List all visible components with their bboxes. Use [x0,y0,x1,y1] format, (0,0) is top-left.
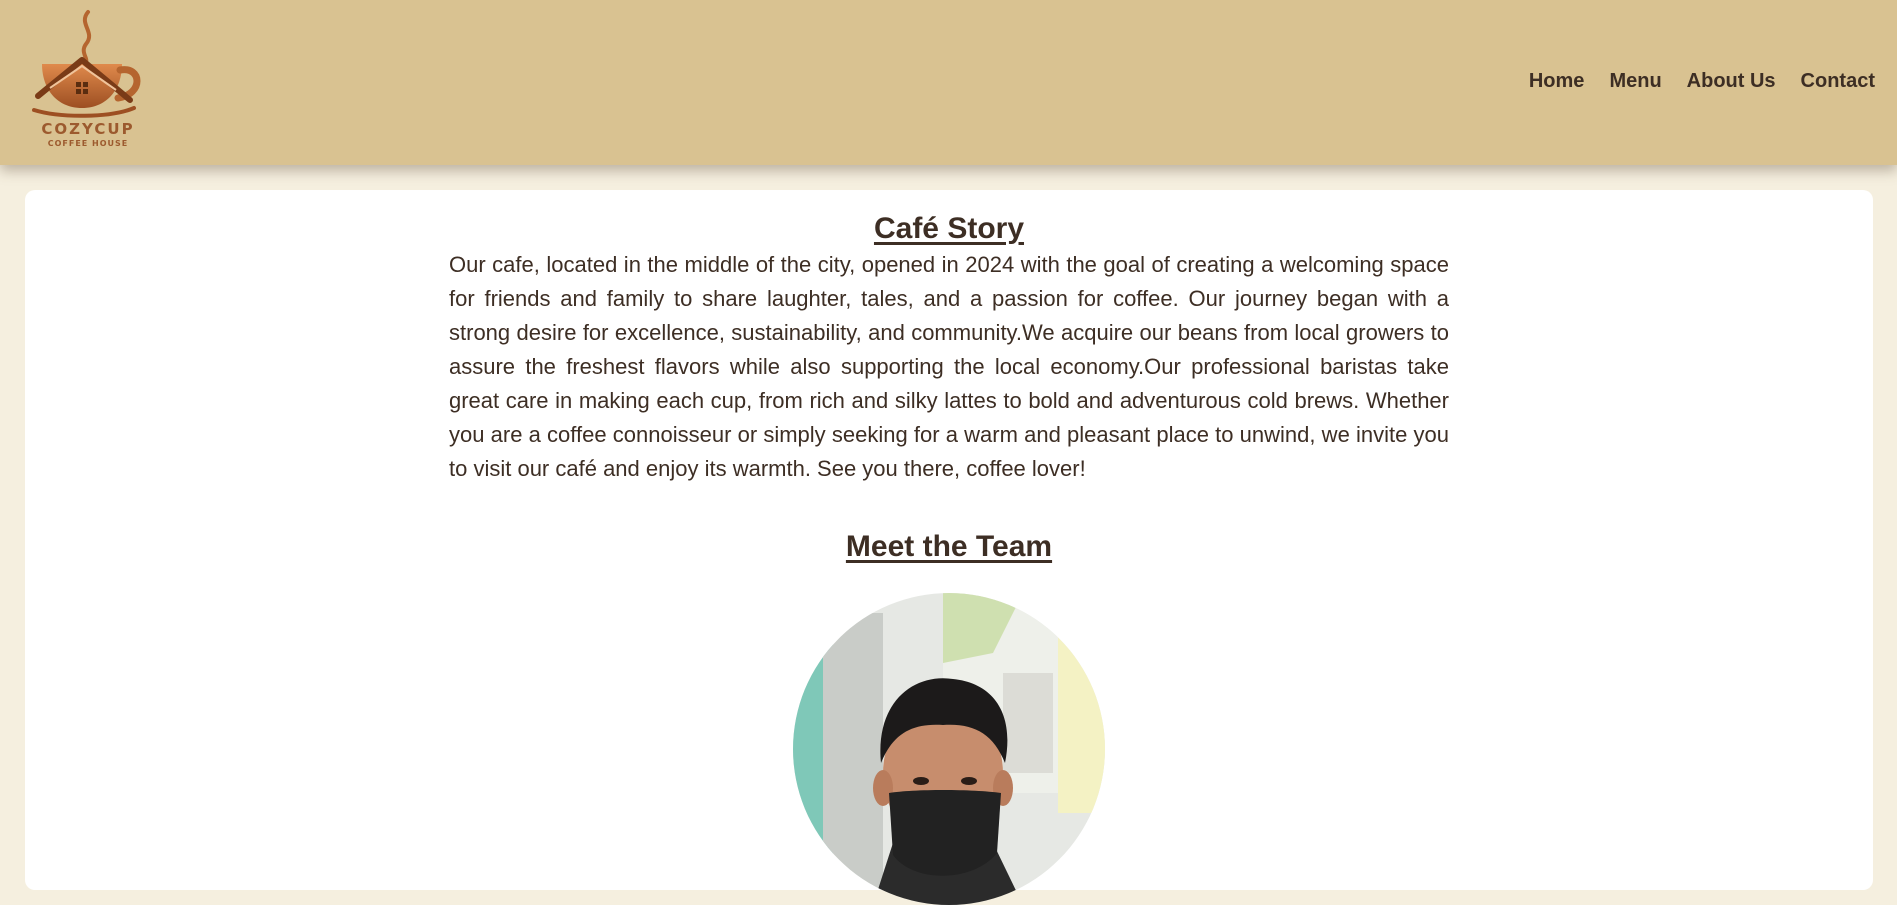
story-paragraph: Our cafe, located in the middle of the c… [449,252,1449,481]
brand-subtitle: COFFEE HOUSE [47,139,129,148]
brand-logo[interactable]: COZYCUP COFFEE HOUSE [30,8,146,156]
nav-contact[interactable]: Contact [1801,70,1875,93]
coffee-cup-house-icon [32,10,141,118]
main-nav: Home Menu About Us Contact [1529,70,1875,93]
brand-name: COZYCUP [41,120,135,138]
nav-about-us[interactable]: About Us [1687,70,1776,93]
story-title: Café Story [873,212,1025,245]
nav-home[interactable]: Home [1529,70,1585,93]
team-member-photo [793,593,1105,905]
site-header: COZYCUP COFFEE HOUSE Home Menu About Us … [0,0,1897,165]
team-member-portrait [793,593,1105,905]
team-title: Meet the Team [845,530,1053,563]
nav-menu[interactable]: Menu [1609,70,1661,93]
content-card: Café Story Our cafe, located in the midd… [25,190,1873,905]
